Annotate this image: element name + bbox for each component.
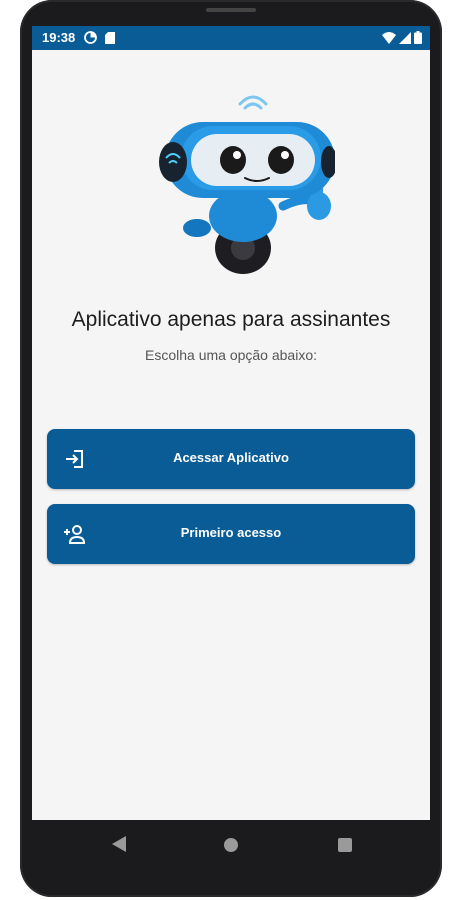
page-subtitle: Escolha uma opção abaixo: (145, 347, 317, 363)
status-bar: 19:38 (32, 26, 430, 50)
recents-icon[interactable] (338, 838, 352, 852)
status-right-icons (382, 31, 422, 47)
page-title: Aplicativo apenas para assinantes (71, 308, 391, 331)
phone-frame: 19:38 Aplicativo apenas para assinantes … (20, 0, 442, 897)
app-screen: 19:38 Aplicativo apenas para assinantes … (32, 26, 430, 820)
cell-signal-icon (399, 31, 411, 47)
home-icon[interactable] (224, 838, 238, 852)
battery-icon (414, 31, 422, 47)
sd-card-icon (105, 31, 115, 47)
robot-mascot (125, 88, 337, 274)
access-app-label: Acessar Aplicativo (173, 450, 289, 465)
back-icon[interactable] (112, 836, 126, 857)
wifi-icon (382, 31, 396, 47)
data-saver-icon (84, 31, 97, 47)
access-app-button[interactable]: Acessar Aplicativo (47, 429, 415, 489)
earpiece-speaker (206, 8, 256, 12)
first-access-button[interactable]: Primeiro acesso (47, 504, 415, 564)
android-nav-bar (32, 820, 430, 870)
first-access-label: Primeiro acesso (180, 525, 282, 540)
status-left-icons (84, 31, 115, 47)
status-time: 19:38 (42, 30, 76, 45)
